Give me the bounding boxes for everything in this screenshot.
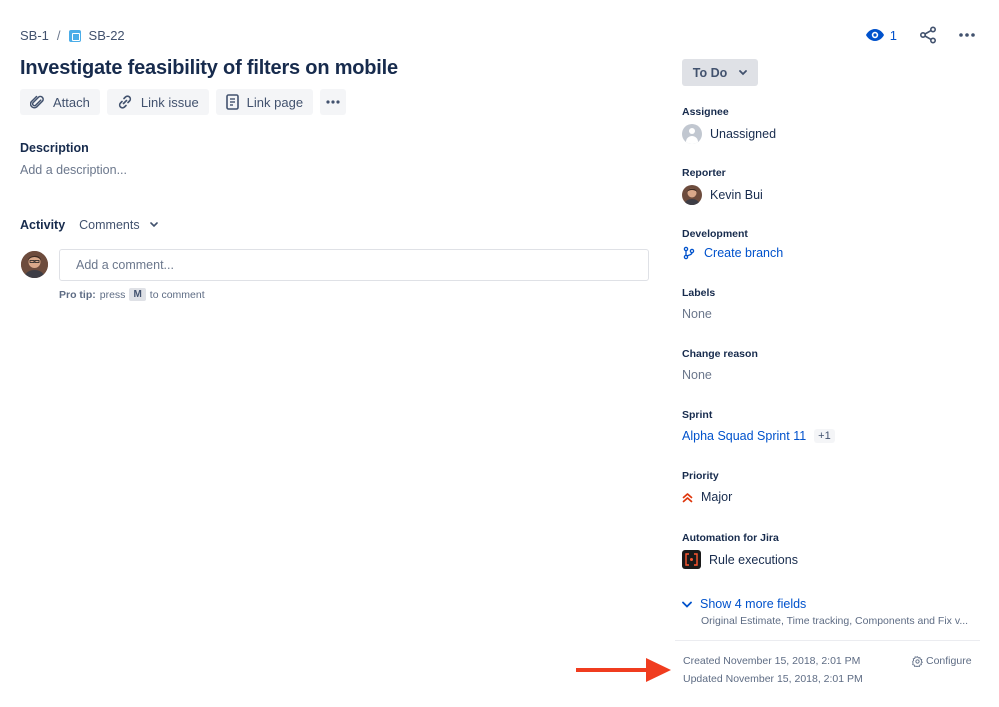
development-label: Development: [682, 228, 748, 240]
protip-press: press: [99, 288, 126, 301]
development-value: Create branch: [704, 246, 784, 260]
chevron-down-icon: [149, 222, 158, 228]
protip-key: M: [129, 288, 146, 301]
priority-value: Major: [701, 490, 733, 504]
activity-filter-value: Comments: [79, 218, 140, 232]
link-page-button[interactable]: Link page: [215, 89, 314, 115]
more-icon: [959, 33, 975, 37]
paperclip-icon: [30, 95, 44, 108]
activity-header: Activity Comments: [20, 218, 158, 232]
toolbar-more-button[interactable]: [320, 89, 347, 115]
sprint-field: Alpha Squad Sprint 11 +1: [682, 429, 835, 443]
assignee-value: Unassigned: [710, 127, 777, 141]
create-branch-link[interactable]: Create branch: [682, 246, 783, 260]
issue-toolbar: Attach Link issue Link page: [20, 89, 347, 115]
updated-date: Updated November 15, 2018, 2:01 PM: [683, 673, 863, 685]
reporter-avatar: [682, 185, 702, 205]
branch-icon: [683, 246, 695, 260]
breadcrumb-current-item[interactable]: SB-22: [68, 28, 125, 43]
chevron-down-icon: [682, 601, 692, 608]
activity-filter-dropdown[interactable]: Comments: [79, 218, 158, 232]
issue-title[interactable]: Investigate feasibility of filters on mo…: [20, 57, 398, 80]
link-issue-button[interactable]: Link issue: [106, 89, 209, 115]
show-more-fields-label: Show 4 more fields: [700, 597, 807, 611]
description-label: Description: [20, 141, 89, 155]
comment-input[interactable]: Add a comment...: [59, 249, 649, 281]
protip-label: Pro tip:: [59, 288, 96, 301]
activity-label: Activity: [20, 218, 66, 232]
current-user-avatar: [21, 251, 48, 278]
sprint-link[interactable]: Alpha Squad Sprint 11: [682, 429, 806, 443]
attach-button[interactable]: Attach: [20, 89, 100, 115]
page-icon: [225, 94, 239, 110]
created-date: Created November 15, 2018, 2:01 PM: [683, 655, 861, 667]
more-icon: [326, 100, 340, 104]
protip: Pro tip: press M to comment: [59, 288, 205, 301]
unassigned-avatar: [682, 124, 702, 144]
reporter-value: Kevin Bui: [710, 188, 763, 202]
priority-major-icon: [682, 492, 693, 502]
watch-count: 1: [889, 27, 897, 43]
share-button[interactable]: [919, 26, 937, 44]
breadcrumb-separator: /: [56, 28, 61, 43]
attach-label: Attach: [53, 94, 90, 110]
labels-label: Labels: [682, 287, 716, 299]
description-input[interactable]: Add a description...: [20, 163, 127, 177]
header-actions: 1: [865, 26, 975, 44]
status-label: To Do: [692, 65, 728, 80]
more-fields-summary: Original Estimate, Time tracking, Compon…: [701, 615, 969, 627]
configure-label: Configure: [926, 655, 972, 667]
show-more-fields-button[interactable]: Show 4 more fields: [682, 597, 806, 611]
change-reason-field[interactable]: None: [682, 368, 712, 382]
breadcrumb: SB-1 / SB-22: [20, 28, 125, 43]
change-reason-label: Change reason: [682, 348, 758, 360]
sprint-label: Sprint: [682, 409, 713, 421]
sprint-extra-badge[interactable]: +1: [814, 429, 835, 443]
gear-icon: [912, 655, 923, 667]
link-icon: [118, 95, 131, 109]
link-issue-label: Link issue: [140, 94, 199, 110]
assignee-label: Assignee: [682, 106, 729, 118]
more-actions-button[interactable]: [959, 33, 975, 37]
automation-label: Automation for Jira: [682, 532, 779, 544]
rule-executions-field[interactable]: Rule executions: [682, 550, 798, 569]
eye-icon: [865, 29, 884, 41]
story-icon: [68, 29, 81, 42]
annotation-arrow-icon: [576, 658, 671, 682]
share-icon: [919, 26, 937, 44]
protip-suffix: to comment: [149, 288, 205, 301]
breadcrumb-current[interactable]: SB-22: [89, 28, 125, 43]
reporter-label: Reporter: [682, 167, 726, 179]
priority-field[interactable]: Major: [682, 490, 732, 504]
divider: [675, 640, 980, 641]
automation-value: Rule executions: [709, 552, 798, 567]
rule-icon: [682, 550, 701, 569]
labels-field[interactable]: None: [682, 307, 712, 321]
breadcrumb-parent[interactable]: SB-1: [20, 28, 49, 43]
status-dropdown[interactable]: To Do: [682, 59, 758, 86]
configure-button[interactable]: Configure: [912, 655, 972, 667]
priority-label: Priority: [682, 470, 719, 482]
reporter-field[interactable]: Kevin Bui: [682, 185, 763, 205]
watch-button[interactable]: 1: [865, 27, 897, 43]
chevron-down-icon: [739, 69, 748, 75]
assignee-field[interactable]: Unassigned: [682, 124, 776, 144]
link-page-label: Link page: [246, 94, 304, 110]
